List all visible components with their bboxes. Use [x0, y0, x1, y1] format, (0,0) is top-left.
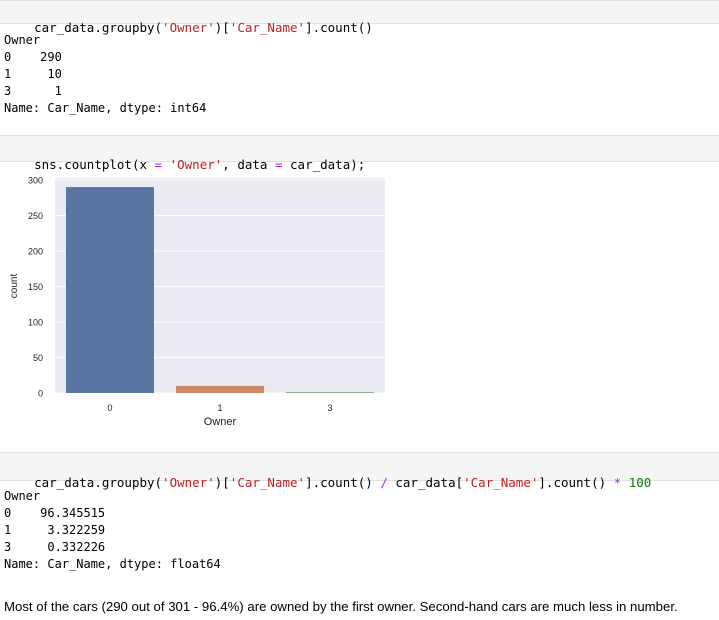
bar-owner-3 — [286, 392, 374, 393]
y-axis-label: count — [9, 274, 20, 299]
y-tick-label: 0 — [38, 389, 43, 399]
code-token: )[ — [214, 20, 230, 35]
y-tick-label: 300 — [28, 176, 43, 186]
code-string: 'Car_Name' — [229, 475, 306, 490]
output-line: 0 290 — [4, 50, 62, 64]
output-line: 1 3.322259 — [4, 523, 106, 537]
y-tick-label: 250 — [28, 211, 43, 221]
countplot-chart: 0 50 100 150 200 250 300 0 1 3 Owner count — [9, 176, 385, 428]
y-tick-label: 150 — [28, 282, 43, 292]
bar-owner-0 — [66, 187, 154, 393]
x-tick-label: 3 — [327, 403, 332, 413]
bar-owner-1 — [176, 385, 264, 393]
x-tick-label: 0 — [107, 403, 112, 413]
code-string: 'Car_Name' — [229, 20, 306, 35]
output-line: 0 96.345515 — [4, 506, 106, 520]
code-string: 'Car_Name' — [463, 475, 539, 490]
output-line: 3 1 — [4, 84, 62, 98]
output-line: Owner — [4, 489, 41, 503]
output-line: Name: Car_Name, dtype: float64 — [4, 557, 221, 571]
x-tick-label: 1 — [217, 403, 222, 413]
code-operator: / — [380, 475, 388, 490]
y-tick-labels: 0 50 100 150 200 250 300 — [28, 176, 43, 399]
y-tick-label: 200 — [28, 247, 43, 257]
x-tick-labels: 0 1 3 — [107, 403, 332, 413]
code-number: 100 — [628, 475, 652, 490]
code-token: ].count() — [305, 20, 373, 35]
output-cell-1: Owner 0 290 1 10 3 1 Name: Car_Name, dtype: … — [4, 32, 206, 117]
y-tick-label: 100 — [28, 318, 43, 328]
markdown-text: Most of the cars (290 out of 301 - 96.4%… — [4, 599, 678, 614]
code-cell-2[interactable]: sns.countplot(x = 'Owner', data = car_da… — [0, 135, 719, 172]
code-token: ].count() — [305, 475, 381, 490]
output-cell-3: Owner 0 96.345515 1 3.322259 3 0.332226 Name… — [4, 488, 221, 573]
code-cell-1[interactable]: car_data.groupby('Owner')['Car_Name'].co… — [0, 0, 719, 35]
output-line: Name: Car_Name, dtype: int64 — [4, 101, 207, 115]
output-line: Owner — [4, 33, 41, 47]
y-tick-label: 50 — [33, 353, 43, 363]
code-cell-3[interactable]: car_data.groupby('Owner')['Car_Name'].co… — [0, 452, 719, 490]
output-line: 1 10 — [4, 67, 62, 81]
code-token: car_data[ — [387, 475, 464, 490]
code-token: ].count() — [538, 475, 614, 490]
x-axis-label: Owner — [204, 416, 237, 428]
output-line: 3 0.332226 — [4, 540, 106, 554]
